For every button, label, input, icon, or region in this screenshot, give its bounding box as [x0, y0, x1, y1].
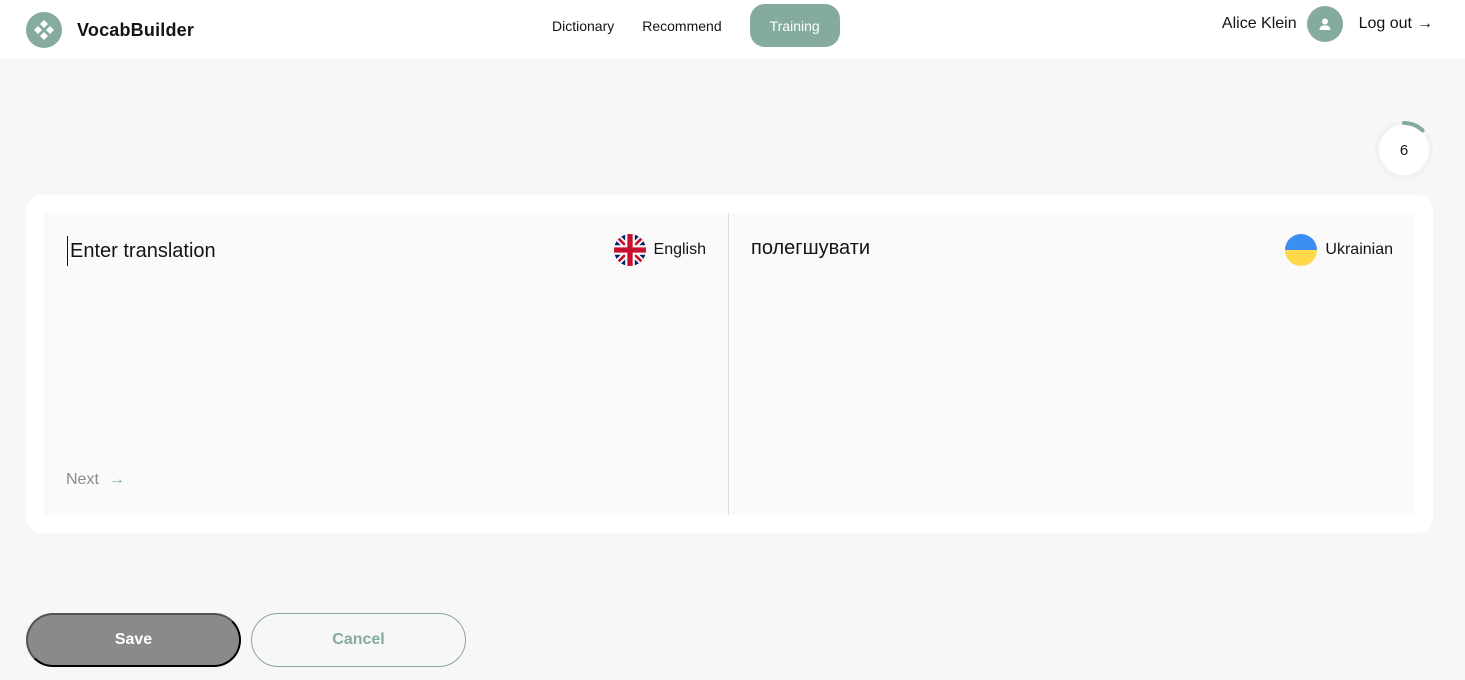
next-label: Next [66, 471, 99, 488]
avatar[interactable] [1306, 6, 1343, 42]
translation-pane: English Next → [44, 213, 729, 515]
cancel-button[interactable]: Cancel [251, 613, 466, 667]
save-button[interactable]: Save [26, 613, 241, 667]
logo-icon [26, 12, 62, 48]
main-nav: Dictionary Recommend Training [538, 4, 840, 47]
app-name: VocabBuilder [77, 19, 195, 40]
training-card: English Next → полегшувати Ukrainian [26, 195, 1433, 533]
ukraine-flag-icon [1285, 234, 1318, 266]
user-name: Alice Klein [1221, 15, 1297, 32]
target-language-label: Ukrainian [1325, 241, 1393, 258]
source-language-label: English [653, 241, 706, 258]
translation-input[interactable] [67, 236, 467, 266]
logo[interactable]: VocabBuilder [26, 12, 194, 48]
progress-indicator: 6 [1375, 121, 1433, 179]
arrow-right-icon: → [1417, 15, 1433, 32]
logout-label: Log out [1358, 15, 1412, 32]
target-language: Ukrainian [1285, 234, 1393, 266]
source-language: English [613, 234, 706, 266]
word-to-translate: полегшувати [751, 237, 871, 259]
user-icon [1319, 18, 1331, 30]
app-header: VocabBuilder Dictionary Recommend Traini… [0, 0, 1465, 59]
logout-button[interactable]: Log out → [1359, 15, 1433, 33]
arrow-right-icon: → [108, 471, 125, 488]
uk-flag-icon [613, 234, 646, 266]
nav-training[interactable]: Training [749, 4, 840, 47]
user-menu: Alice Klein Log out → [1222, 6, 1433, 42]
nav-recommend[interactable]: Recommend [628, 4, 735, 47]
progress-count: 6 [1399, 141, 1409, 159]
nav-dictionary[interactable]: Dictionary [538, 4, 628, 47]
next-button[interactable]: Next → [66, 471, 125, 489]
word-pane: полегшувати Ukrainian [729, 213, 1415, 515]
